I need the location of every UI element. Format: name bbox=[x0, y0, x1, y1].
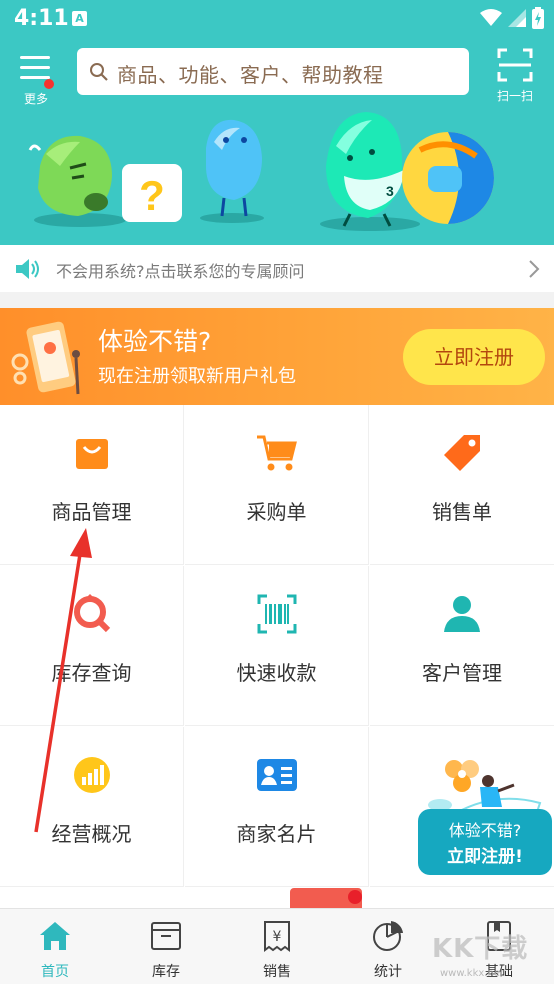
floating-register-button[interactable]: 立即注册! bbox=[418, 842, 552, 867]
more-menu-button[interactable]: 更多 bbox=[18, 52, 54, 106]
inventory-search-icon bbox=[73, 594, 110, 633]
blue-mascot bbox=[200, 119, 264, 223]
tab-label: 统计 bbox=[374, 964, 402, 980]
home-icon bbox=[40, 922, 70, 950]
tab-home[interactable]: 首页 bbox=[0, 909, 110, 984]
grid-item-label: 采购单 bbox=[246, 500, 307, 524]
header-banner: 更多 商品、功能、客户、帮助教程 扫一扫 ? 3 bbox=[0, 40, 554, 245]
signal-icon bbox=[508, 9, 526, 27]
grid-item-label: 商品管理 bbox=[51, 500, 132, 524]
tab-statistics[interactable]: 统计 bbox=[333, 909, 443, 984]
barcode-scan-icon bbox=[257, 594, 296, 634]
question-box: ? bbox=[122, 164, 182, 222]
search-placeholder: 商品、功能、客户、帮助教程 bbox=[117, 63, 384, 87]
scan-button[interactable]: 扫一扫 bbox=[492, 48, 538, 103]
register-now-button[interactable]: 立即注册 bbox=[403, 329, 545, 385]
floating-promo-card[interactable]: 体验不错? 立即注册! bbox=[418, 809, 552, 875]
grid-item-label: 库存查询 bbox=[51, 661, 132, 685]
pie-chart-icon bbox=[373, 921, 403, 951]
search-input[interactable]: 商品、功能、客户、帮助教程 bbox=[77, 48, 469, 95]
shopping-bag-icon bbox=[75, 439, 108, 469]
ball-mascot bbox=[402, 132, 494, 224]
notification-dot bbox=[348, 890, 362, 904]
promo-subtitle: 现在注册领取新用户礼包 bbox=[98, 366, 296, 387]
tab-sales[interactable]: ¥ 销售 bbox=[222, 909, 332, 984]
svg-text:?: ? bbox=[139, 172, 165, 219]
speaker-icon bbox=[16, 259, 39, 279]
promo-title: 体验不错? bbox=[98, 327, 212, 356]
system-icons bbox=[480, 7, 544, 29]
tab-label: 库存 bbox=[152, 964, 180, 980]
grid-item-quick-payment[interactable]: 快速收款 bbox=[185, 566, 369, 726]
grid-item-business-card[interactable]: 商家名片 bbox=[185, 727, 369, 887]
battery-icon bbox=[532, 7, 544, 29]
grid-item-label: 商家名片 bbox=[236, 822, 317, 846]
register-promo-banner[interactable]: 体验不错? 现在注册领取新用户礼包 立即注册 bbox=[0, 308, 554, 405]
tab-label: 销售 bbox=[263, 964, 291, 980]
tab-label: 首页 bbox=[41, 964, 69, 980]
grid-item-inventory-query[interactable]: 库存查询 bbox=[0, 566, 184, 726]
tab-inventory[interactable]: 库存 bbox=[111, 909, 221, 984]
grid-item-customer-management[interactable]: 客户管理 bbox=[370, 566, 554, 726]
notification-icon: A bbox=[72, 11, 87, 26]
grid-item-label: 快速收款 bbox=[236, 661, 317, 685]
watermark: KK下载 bbox=[432, 934, 529, 964]
grid-item-sales-order[interactable]: 销售单 bbox=[370, 405, 554, 565]
scan-label: 扫一扫 bbox=[496, 89, 533, 103]
notice-text: 不会用系统?点击联系您的专属顾问 bbox=[56, 262, 305, 281]
cart-icon bbox=[256, 435, 297, 471]
user-icon bbox=[444, 596, 480, 632]
grid-item-purchase-order[interactable]: 采购单 bbox=[185, 405, 369, 565]
status-bar: 4:11 A bbox=[0, 0, 554, 40]
more-label: 更多 bbox=[23, 92, 48, 106]
search-icon bbox=[90, 63, 108, 81]
grid-item-product-management[interactable]: 商品管理 bbox=[0, 405, 184, 565]
price-tag-icon bbox=[444, 435, 480, 471]
chart-coin-icon bbox=[73, 757, 110, 793]
grid-item-label: 经营概况 bbox=[51, 822, 132, 846]
business-card-icon bbox=[256, 759, 297, 791]
floating-promo-line1: 体验不错? bbox=[448, 821, 522, 840]
status-time: 4:11 bbox=[14, 6, 69, 31]
advisor-notice-bar[interactable]: 不会用系统?点击联系您的专属顾问 bbox=[0, 245, 554, 292]
wifi-icon bbox=[480, 9, 502, 26]
scan-icon bbox=[497, 48, 533, 82]
mascot-illustration: ? 3 bbox=[28, 112, 494, 231]
notification-dot bbox=[44, 79, 54, 89]
watermark-url: www.kkx.net bbox=[440, 968, 504, 979]
green-mascot bbox=[28, 135, 126, 227]
inventory-box-icon bbox=[151, 922, 181, 950]
svg-text:¥: ¥ bbox=[273, 929, 282, 945]
sales-receipt-icon: ¥ bbox=[264, 921, 290, 952]
grid-item-business-overview[interactable]: 经营概况 bbox=[0, 727, 184, 887]
svg-text:3: 3 bbox=[386, 183, 394, 199]
floating-register-promo[interactable]: 体验不错? 立即注册! bbox=[416, 755, 554, 905]
phone-promo-illustration bbox=[11, 321, 80, 395]
grid-item-label: 销售单 bbox=[432, 500, 492, 524]
chevron-right-icon bbox=[529, 260, 540, 278]
grid-item-label: 客户管理 bbox=[422, 661, 502, 685]
